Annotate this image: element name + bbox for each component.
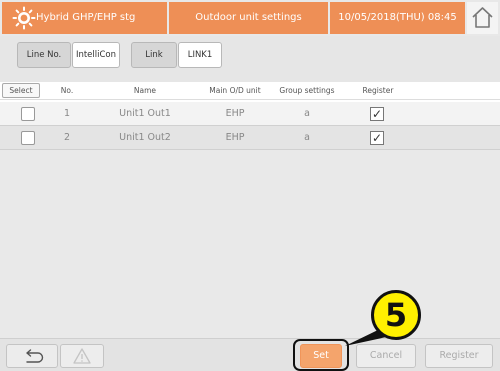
step-callout-badge: 5 <box>371 290 421 340</box>
callout-pointer <box>345 329 391 346</box>
